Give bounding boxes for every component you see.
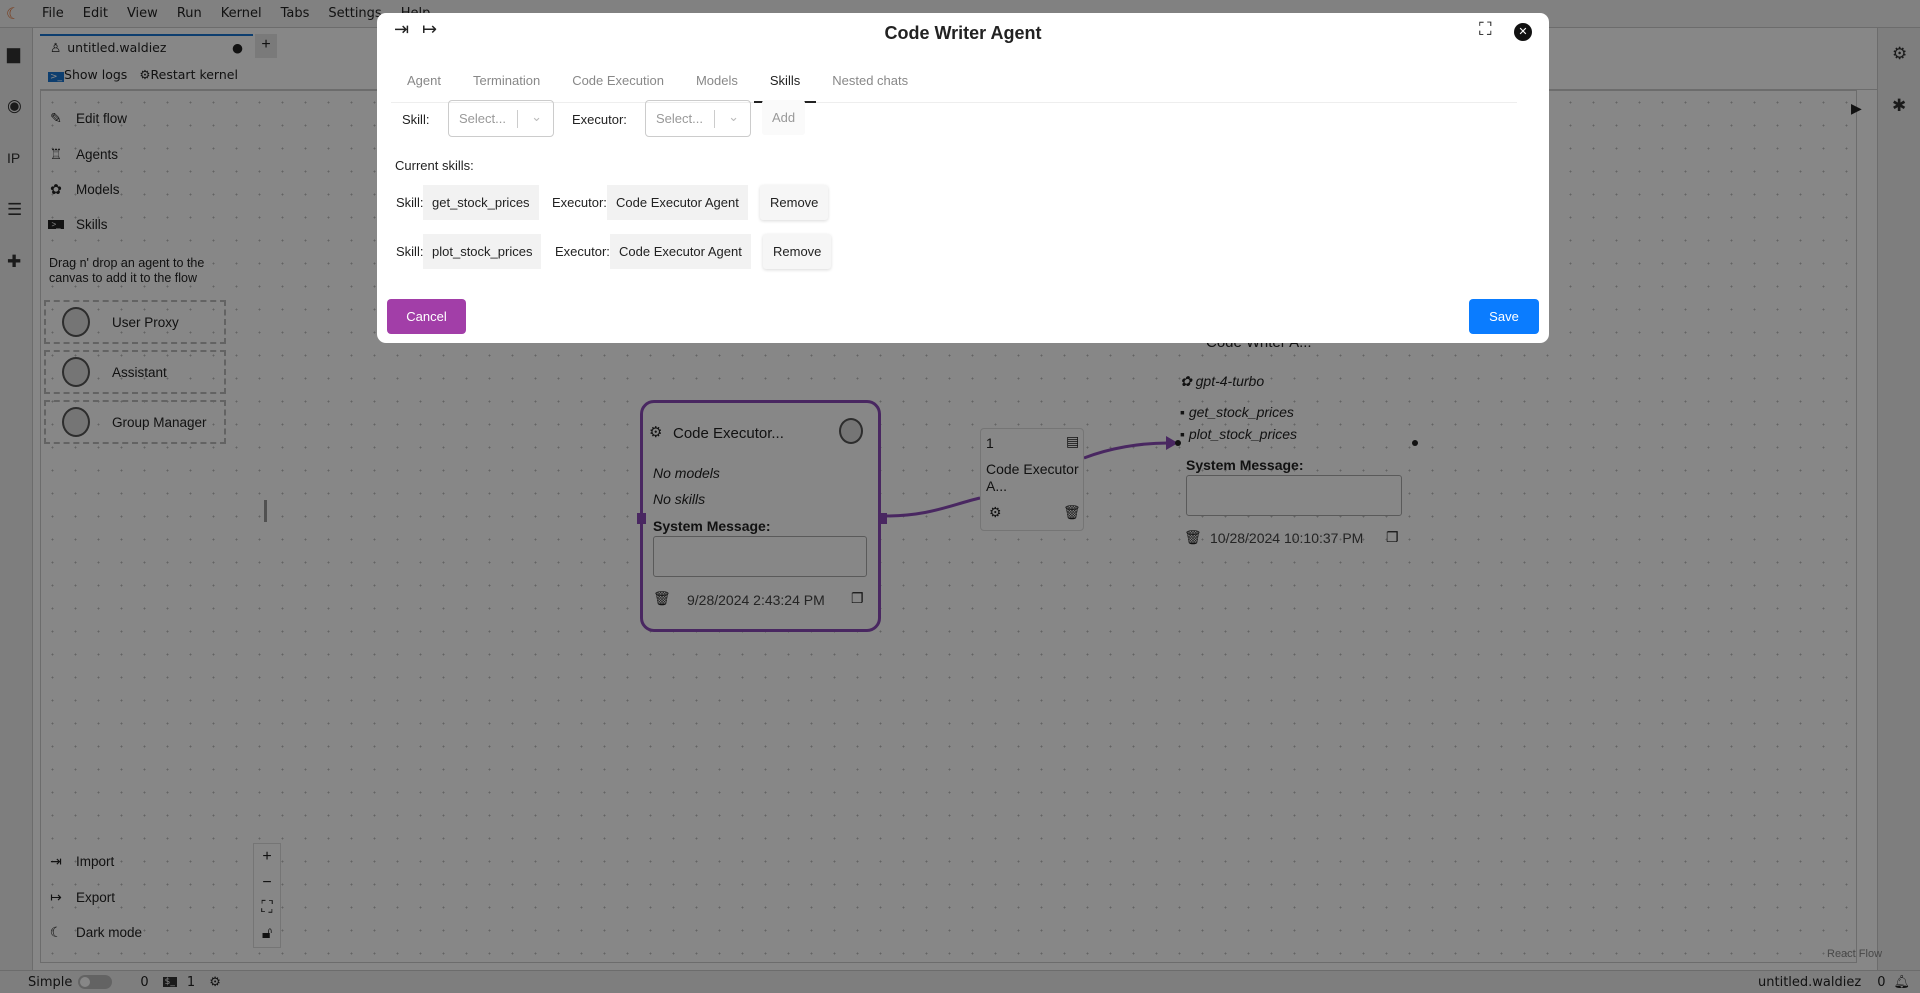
chevron-down-icon: ⌄	[531, 109, 542, 124]
skill-select[interactable]: Select... ⌄	[448, 100, 554, 137]
executor-name: Code Executor Agent	[610, 234, 751, 269]
executor-label: Executor:	[572, 112, 627, 127]
tab-agent[interactable]: Agent	[391, 59, 457, 103]
skill-name: plot_stock_prices	[423, 234, 542, 269]
cancel-button[interactable]: Cancel	[387, 299, 466, 334]
tab-nested-chats[interactable]: Nested chats	[816, 59, 924, 103]
fullscreen-icon[interactable]: ⛶	[1479, 19, 1492, 40]
skill-label: Skill:	[396, 195, 424, 210]
remove-skill-button[interactable]: Remove	[763, 234, 832, 269]
tab-skills[interactable]: Skills	[753, 59, 817, 103]
tab-termination[interactable]: Termination	[457, 59, 556, 103]
add-skill-button[interactable]: Add	[762, 100, 806, 135]
current-skills-label: Current skills:	[395, 158, 474, 173]
close-icon[interactable]: ✕	[1514, 23, 1532, 41]
save-button[interactable]: Save	[1469, 299, 1539, 334]
skill-label: Skill:	[402, 112, 430, 127]
modal-title: Code Writer Agent	[884, 23, 1042, 43]
tab-code-execution[interactable]: Code Execution	[556, 59, 680, 103]
executor-select[interactable]: Select... ⌄	[645, 100, 751, 137]
chevron-down-icon: ⌄	[728, 109, 739, 124]
remove-skill-button[interactable]: Remove	[760, 185, 829, 220]
executor-label: Executor:	[552, 195, 607, 210]
skill-label: Skill:	[396, 244, 424, 259]
skill-name: get_stock_prices	[423, 185, 539, 220]
agent-modal: ⇥ ↦ Code Writer Agent ⛶ ✕ Agent Terminat…	[377, 13, 1549, 343]
executor-name: Code Executor Agent	[607, 185, 748, 220]
tab-models[interactable]: Models	[680, 59, 754, 103]
executor-label: Executor:	[555, 244, 610, 259]
modal-tabs: Agent Termination Code Execution Models …	[391, 59, 1517, 103]
